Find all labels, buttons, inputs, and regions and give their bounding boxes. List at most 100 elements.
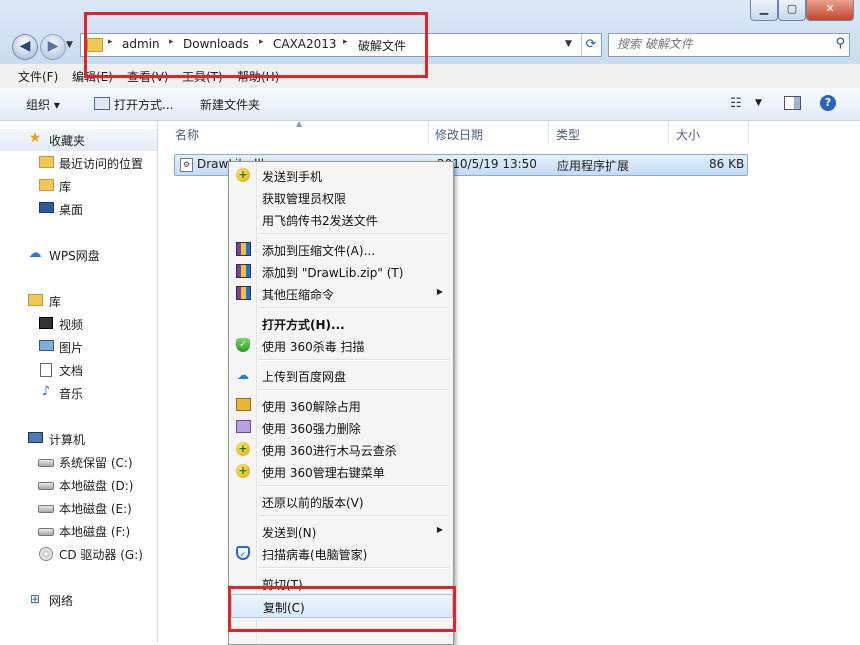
menu-label: 发送到手机 [262, 170, 323, 184]
nav-music[interactable]: ♪ 音乐 [0, 383, 157, 403]
view-options-icon[interactable]: ☷ [730, 96, 742, 111]
nav-label: WPS网盘 [49, 249, 100, 263]
file-type: 应用程序扩展 [557, 159, 630, 173]
open-with-button[interactable]: 打开方式... [94, 96, 173, 113]
nav-wps-cloud[interactable]: ☁ WPS网盘 [0, 245, 157, 265]
breadcrumb-current-folder[interactable]: 破解文件 [358, 37, 406, 54]
menu-restore-versions[interactable]: 还原以前的版本(V) [231, 490, 451, 512]
menu-feige-send[interactable]: 用飞鸽传书2发送文件 [231, 208, 451, 230]
nav-computer[interactable]: 计算机 [0, 429, 157, 449]
close-button[interactable]: ✕ [806, 0, 854, 21]
menu-label: 剪切(T) [262, 578, 303, 592]
nav-desktop[interactable]: 桌面 [0, 199, 157, 219]
document-icon [40, 363, 52, 377]
nav-recent-places[interactable]: 最近访问的位置 [0, 153, 157, 173]
menu-label: 打开方式(H)... [262, 318, 345, 332]
column-divider[interactable] [428, 121, 429, 145]
menu-360-context-manager[interactable]: + 使用 360管理右键菜单 [231, 460, 451, 482]
menu-send-to-phone[interactable]: + 发送到手机 [231, 164, 451, 186]
menu-add-to-archive[interactable]: 添加到压缩文件(A)... [231, 238, 451, 260]
chevron-right-icon[interactable]: ▸ [169, 37, 174, 47]
menu-send-to[interactable]: 发送到(N) ▶ [231, 520, 451, 542]
nav-libraries-favorite[interactable]: 库 [0, 176, 157, 196]
column-divider[interactable] [548, 121, 549, 145]
nav-documents[interactable]: 文档 [0, 360, 157, 380]
column-divider[interactable] [668, 121, 669, 145]
nav-label: 图片 [59, 341, 84, 355]
plus-circle-icon: + [236, 168, 250, 182]
refresh-icon[interactable]: ⟳ [581, 34, 600, 56]
chevron-right-icon[interactable]: ▸ [259, 37, 264, 47]
menu-tools[interactable]: 工具(T) [182, 68, 223, 85]
menu-label: 添加到 "DrawLib.zip" (T) [262, 266, 404, 280]
computer-icon [28, 432, 43, 443]
nav-drive-c[interactable]: 系统保留 (C:) [0, 452, 157, 472]
view-dropdown-icon[interactable]: ▼ [755, 98, 762, 108]
nav-drive-f[interactable]: 本地磁盘 (F:) [0, 521, 157, 541]
chevron-right-icon[interactable]: ▸ [108, 37, 113, 47]
menu-view[interactable]: 查看(V) [127, 68, 169, 85]
menu-360-unlock[interactable]: 使用 360解除占用 [231, 394, 451, 416]
library-icon [39, 179, 54, 191]
menu-get-admin[interactable]: 获取管理员权限 [231, 186, 451, 208]
organize-button[interactable]: 组织 ▾ [26, 96, 60, 113]
minimize-button[interactable]: ▁ [750, 0, 778, 21]
menu-copy[interactable]: 复制(C) [231, 594, 453, 618]
address-bar[interactable]: ▸ admin ▸ Downloads ▸ CAXA2013 ▸ 破解文件 ▼ … [80, 33, 602, 57]
menu-360-force-delete[interactable]: 使用 360强力删除 [231, 416, 451, 438]
nav-label: 视频 [59, 318, 84, 332]
menu-separator [259, 359, 449, 361]
column-size[interactable]: 大小 [676, 126, 700, 143]
menu-label: 上传到百度网盘 [262, 370, 347, 384]
menu-360-trojan-scan[interactable]: + 使用 360进行木马云查杀 [231, 438, 451, 460]
menu-edit[interactable]: 编辑(E) [72, 68, 113, 85]
dll-file-icon: ⚙ [180, 158, 193, 172]
column-modified[interactable]: 修改日期 [435, 126, 483, 143]
sort-up-icon: ▲ [296, 119, 303, 128]
drive-icon [38, 482, 54, 490]
menu-file[interactable]: 文件(F) [18, 68, 58, 85]
nav-videos[interactable]: 视频 [0, 314, 157, 334]
plus-circle-icon: + [236, 442, 250, 456]
arrow-right-icon: ▶ [47, 38, 59, 54]
menu-separator [259, 307, 449, 309]
archive-icon [236, 286, 251, 300]
nav-drive-d[interactable]: 本地磁盘 (D:) [0, 475, 157, 495]
nav-pictures[interactable]: 图片 [0, 337, 157, 357]
back-button[interactable]: ◀ [12, 34, 38, 60]
new-folder-button[interactable]: 新建文件夹 [200, 96, 260, 113]
recent-pages-dropdown[interactable]: ▼ [66, 40, 73, 50]
menu-cut[interactable]: 剪切(T) [231, 572, 451, 594]
menu-label: 其他压缩命令 [262, 288, 335, 302]
nav-libraries[interactable]: 库 [0, 291, 157, 311]
menu-add-to-zip[interactable]: 添加到 "DrawLib.zip" (T) [231, 260, 451, 282]
address-dropdown-icon[interactable]: ▼ [565, 39, 572, 49]
menu-other-compress[interactable]: 其他压缩命令 ▶ [231, 282, 451, 304]
menu-baidu-upload[interactable]: ☁ 上传到百度网盘 [231, 364, 451, 386]
breadcrumb-caxa2013[interactable]: CAXA2013 [273, 37, 337, 51]
search-input[interactable] [615, 36, 819, 52]
column-divider[interactable] [748, 121, 749, 145]
nav-drive-g[interactable]: CD 驱动器 (G:) [0, 544, 157, 564]
maximize-button[interactable]: ▢ [778, 0, 806, 21]
menu-help[interactable]: 帮助(H) [237, 68, 279, 85]
column-type[interactable]: 类型 [556, 126, 580, 143]
column-name[interactable]: 名称 [175, 126, 199, 143]
nav-drive-e[interactable]: 本地磁盘 (E:) [0, 498, 157, 518]
breadcrumb-downloads[interactable]: Downloads [183, 37, 249, 51]
menu-open-with[interactable]: 打开方式(H)... [231, 312, 451, 334]
search-icon[interactable]: ⚲ [835, 36, 845, 51]
baidu-cloud-icon: ☁ [237, 368, 249, 382]
preview-pane-icon[interactable] [784, 96, 801, 110]
nav-label: 本地磁盘 (D:) [59, 479, 134, 493]
breadcrumb-admin[interactable]: admin [122, 37, 160, 51]
menu-360-scan[interactable]: ✓ 使用 360杀毒 扫描 [231, 334, 451, 356]
chevron-right-icon[interactable]: ▸ [343, 37, 348, 47]
help-icon[interactable]: ? [820, 95, 836, 111]
nav-network[interactable]: ⊞ 网络 [0, 590, 157, 610]
video-icon [39, 317, 53, 329]
forward-button[interactable]: ▶ [40, 34, 66, 60]
search-box[interactable]: ⚲ [608, 33, 850, 57]
menu-virus-scan[interactable]: ✓ 扫描病毒(电脑管家) [231, 542, 451, 564]
nav-favorites[interactable]: ★ 收藏夹 [0, 129, 157, 151]
